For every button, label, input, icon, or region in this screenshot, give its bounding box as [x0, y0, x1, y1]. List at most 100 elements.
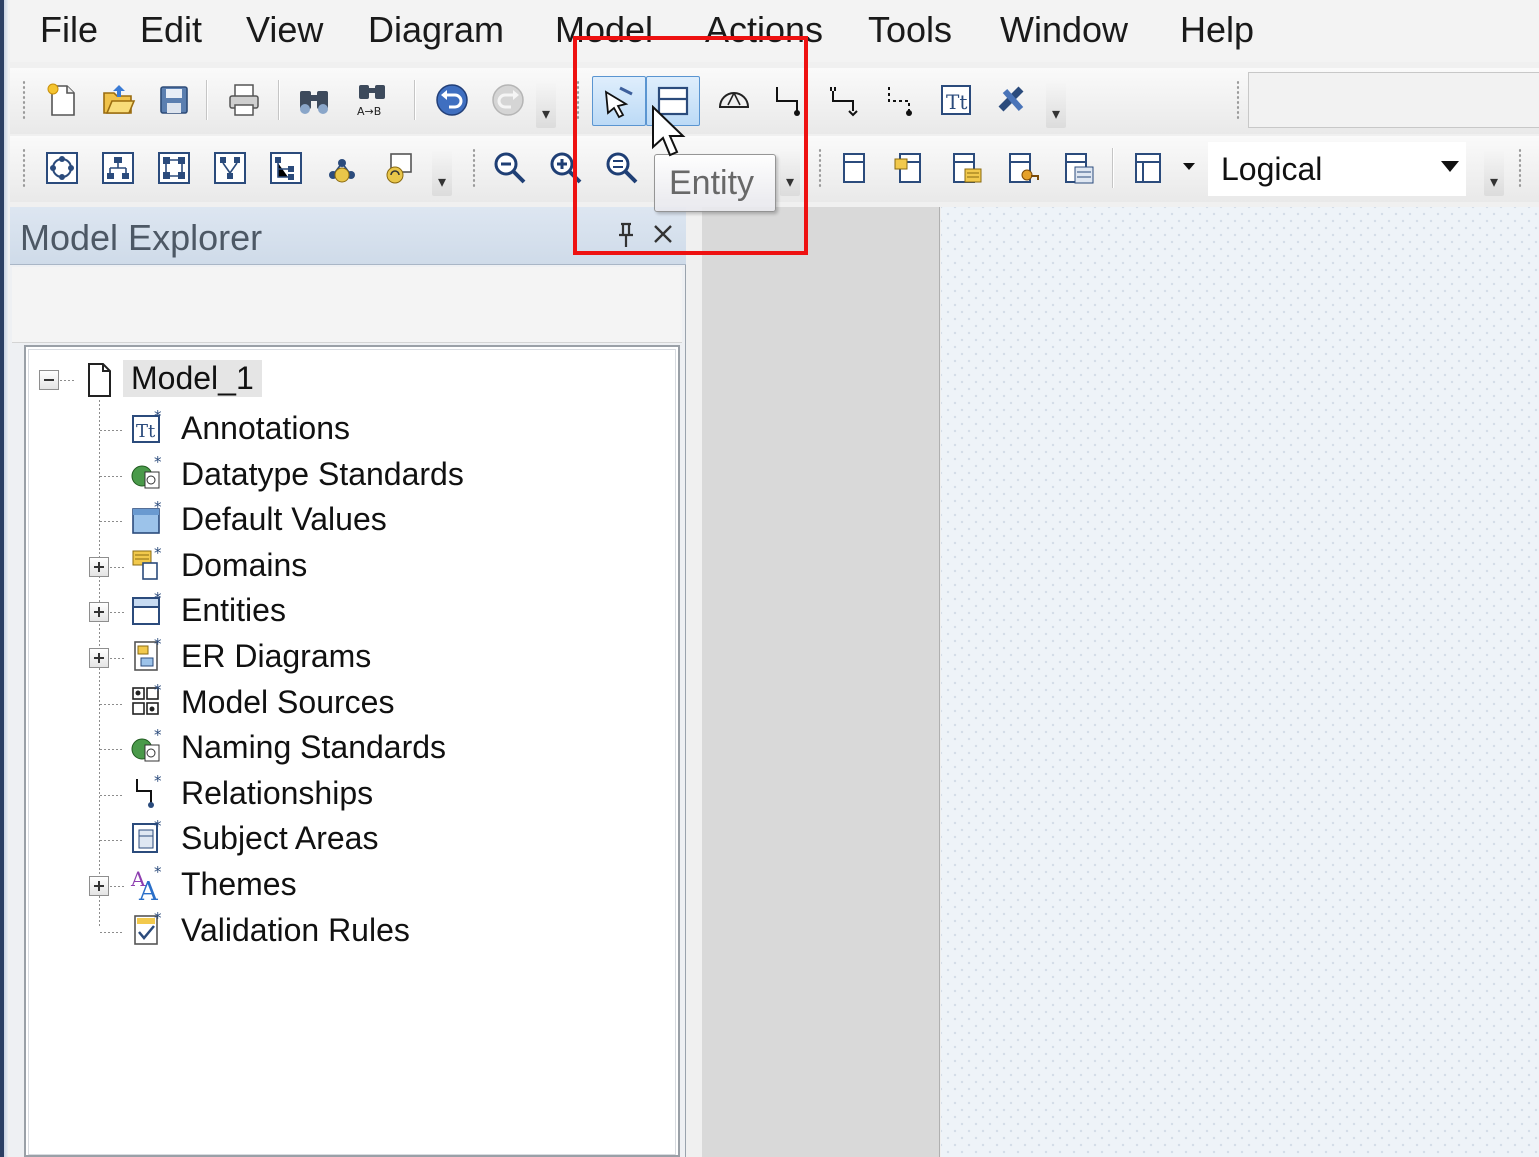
many-to-many-relationship-icon[interactable]: [822, 78, 866, 122]
tree-item-label[interactable]: ER Diagrams: [181, 638, 371, 675]
tree-line: [100, 795, 124, 796]
svg-text:Tt: Tt: [946, 90, 967, 114]
tree-item-label[interactable]: Validation Rules: [181, 912, 410, 949]
toolbar-overflow-button[interactable]: ▾: [780, 150, 800, 196]
toolbar-grip[interactable]: [576, 80, 580, 120]
diagram-refresh-icon[interactable]: [376, 146, 420, 190]
expand-toggle[interactable]: [89, 557, 109, 577]
toolbar-grip[interactable]: [1236, 80, 1240, 120]
toolbar-separator: [1112, 148, 1113, 188]
tree-item-label[interactable]: Default Values: [181, 501, 387, 538]
tree-item-label[interactable]: Entities: [181, 592, 286, 629]
entity-display-icon[interactable]: [832, 146, 876, 190]
tree-item-label[interactable]: Relationships: [181, 775, 373, 812]
toolbar-grip[interactable]: [22, 148, 26, 188]
mouse-cursor-icon: [652, 105, 686, 157]
tree-item-label[interactable]: Naming Standards: [181, 729, 446, 766]
toolbar-grip[interactable]: [22, 80, 26, 120]
layout-circular-icon[interactable]: [40, 146, 84, 190]
menu-model[interactable]: Model: [555, 9, 653, 51]
zoom-fit-icon[interactable]: [600, 146, 644, 190]
model-sources-icon: *: [132, 682, 162, 715]
tree-line: [110, 567, 124, 568]
text-block-icon[interactable]: Tt: [934, 78, 978, 122]
svg-text:*: *: [154, 590, 162, 607]
toolbar-overflow-button[interactable]: ▾: [432, 150, 452, 196]
er-diagrams-icon: *: [134, 636, 162, 671]
menu-diagram[interactable]: Diagram: [368, 9, 504, 51]
save-icon[interactable]: [152, 78, 196, 122]
tree-item-label[interactable]: Datatype Standards: [181, 456, 464, 493]
domains-icon: *: [132, 545, 162, 580]
entity-attributes-icon[interactable]: [888, 146, 932, 190]
menu-file[interactable]: File: [40, 9, 98, 51]
layout-orthogonal-icon[interactable]: [152, 146, 196, 190]
tree-item-label[interactable]: Themes: [181, 866, 297, 903]
find-replace-icon[interactable]: A→B: [350, 78, 394, 122]
zoom-in-icon[interactable]: [544, 146, 588, 190]
svg-text:A→B: A→B: [357, 105, 381, 118]
redo-icon[interactable]: [486, 78, 530, 122]
themes-icon: AA*: [130, 864, 162, 904]
toolbar-grip[interactable]: [472, 148, 476, 188]
display-level-icon[interactable]: [1128, 146, 1202, 190]
non-identifying-relationship-icon[interactable]: [878, 78, 922, 122]
tree-line: [100, 932, 124, 933]
menu-actions[interactable]: Actions: [705, 9, 823, 51]
entity-full-icon[interactable]: [1056, 146, 1100, 190]
toolbar-separator: [278, 80, 279, 120]
entity-fk-icon[interactable]: [1000, 146, 1044, 190]
toolbar-separator: [206, 80, 207, 120]
tree-root-model[interactable]: Model_1: [123, 360, 262, 397]
tree-item-label[interactable]: Model Sources: [181, 684, 394, 721]
tree-item-label[interactable]: Annotations: [181, 410, 350, 447]
open-icon[interactable]: [96, 78, 140, 122]
expand-toggle[interactable]: [89, 648, 109, 668]
layout-tree-icon[interactable]: [208, 146, 252, 190]
print-icon[interactable]: [222, 78, 266, 122]
tree-item-label[interactable]: Domains: [181, 547, 307, 584]
expand-toggle[interactable]: [89, 602, 109, 622]
close-icon[interactable]: [650, 221, 676, 247]
menu-window[interactable]: Window: [1000, 9, 1128, 51]
svg-text:A: A: [138, 877, 159, 904]
toolbar-overflow-button[interactable]: ▾: [536, 82, 556, 128]
explorer-filter-area[interactable]: [12, 267, 682, 343]
diagram-canvas[interactable]: [941, 207, 1539, 1157]
entity-keys-icon[interactable]: [944, 146, 988, 190]
toolbar-overflow-button[interactable]: ▾: [1046, 82, 1066, 128]
toolbar-grip[interactable]: [818, 148, 822, 188]
layout-hierarchical-icon[interactable]: [96, 146, 140, 190]
drawing-object-icon[interactable]: [990, 78, 1034, 122]
annotation-icon: Tt*: [132, 408, 162, 443]
validation-rules-icon: *: [134, 910, 162, 945]
layout-tree-alt-icon[interactable]: [264, 146, 308, 190]
model-refresh-icon[interactable]: [320, 146, 364, 190]
toolbar-grip[interactable]: [1518, 148, 1522, 188]
model-tree-inner: Model_1 Tt * Annotations * Datatype Standard…: [28, 349, 676, 1155]
toolbar-overflow-button[interactable]: ▾: [1484, 150, 1504, 196]
undo-icon[interactable]: [430, 78, 474, 122]
menu-help[interactable]: Help: [1180, 9, 1254, 51]
pin-icon[interactable]: [613, 221, 639, 249]
model-view-select[interactable]: Logical: [1208, 142, 1466, 196]
subtype-icon[interactable]: [712, 78, 756, 122]
menu-edit[interactable]: Edit: [140, 9, 202, 51]
menu-view[interactable]: View: [246, 9, 323, 51]
chevron-down-icon[interactable]: [1441, 161, 1459, 172]
zoom-out-icon[interactable]: [488, 146, 532, 190]
expand-toggle[interactable]: [89, 876, 109, 896]
panel-splitter[interactable]: [686, 207, 702, 1157]
tree-item-label[interactable]: Subject Areas: [181, 820, 378, 857]
search-combo[interactable]: [1248, 72, 1539, 128]
pointer-select-icon[interactable]: [592, 76, 646, 126]
tree-line: [100, 704, 124, 705]
naming-standards-icon: *: [131, 727, 162, 762]
find-icon[interactable]: [292, 78, 336, 122]
menu-tools[interactable]: Tools: [868, 9, 952, 51]
svg-text:*: *: [154, 727, 162, 744]
collapse-toggle[interactable]: [39, 370, 59, 390]
identifying-relationship-icon[interactable]: [766, 78, 810, 122]
new-model-icon[interactable]: [40, 78, 84, 122]
svg-text:*: *: [154, 454, 162, 471]
